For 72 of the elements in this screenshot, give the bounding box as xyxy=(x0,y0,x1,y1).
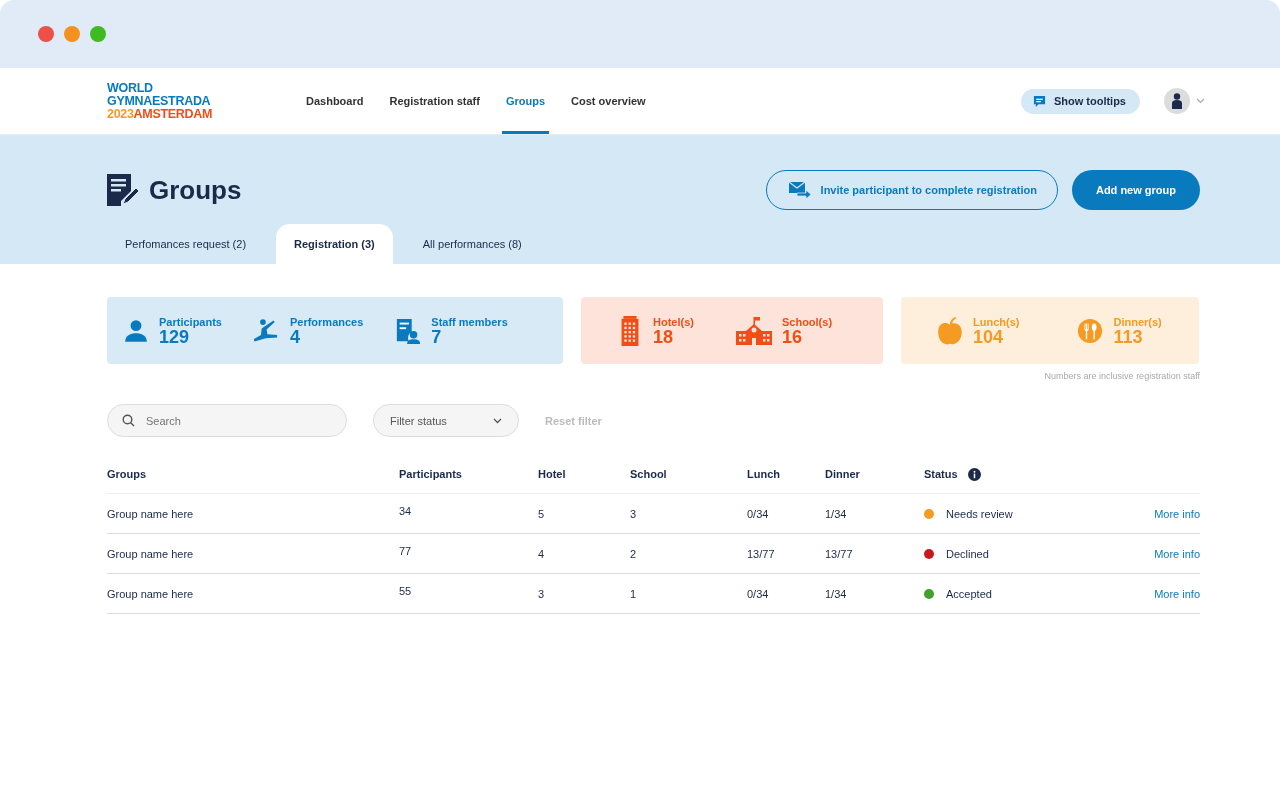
close-window-dot[interactable] xyxy=(38,26,54,42)
add-new-group-button[interactable]: Add new group xyxy=(1071,170,1200,210)
column-header: Participants xyxy=(399,468,462,480)
invite-participant-button[interactable]: Invite participant to complete registration xyxy=(765,170,1058,210)
more-info-link[interactable]: More info xyxy=(1154,547,1200,560)
chevron-down-icon xyxy=(493,417,502,424)
stats-note: Numbers are inclusive registration staff xyxy=(1043,371,1200,381)
more-info-link[interactable]: More info xyxy=(1154,507,1200,520)
group-name-cell: Group name here xyxy=(107,547,194,560)
column-header: Lunch xyxy=(747,468,780,480)
stat-value: 7 xyxy=(431,327,443,346)
stat-value: 16 xyxy=(781,327,802,346)
stat-label: Hotel(s) xyxy=(653,315,694,328)
maximize-window-dot[interactable] xyxy=(90,26,106,42)
school-cell: 3 xyxy=(630,507,637,520)
chat-bubble-icon xyxy=(1032,94,1046,108)
status-text: Declined xyxy=(946,547,989,560)
stat-label: Dinner(s) xyxy=(1113,315,1162,328)
stat-label: Lunch(s) xyxy=(973,315,1020,328)
stat-label: School(s) xyxy=(781,315,833,328)
stat-value: 104 xyxy=(973,327,1004,346)
stat-value: 18 xyxy=(653,327,674,346)
envelope-arrow-icon xyxy=(788,182,811,198)
logo[interactable]: WORLD GYMNAESTRADA 2023AMSTERDAM xyxy=(107,81,302,121)
dinner-cell: 1/34 xyxy=(825,507,847,520)
group-name-cell: Group name here xyxy=(107,507,194,520)
lunch-cell: 0/34 xyxy=(747,587,769,600)
dinner-cell: 1/34 xyxy=(825,587,847,600)
tab[interactable]: Registration (3) xyxy=(276,224,393,264)
more-info-link[interactable]: More info xyxy=(1154,587,1200,600)
column-header: Hotel xyxy=(538,468,566,480)
stat-value: 129 xyxy=(159,327,190,346)
participants-cell: 77 xyxy=(399,545,412,557)
stat-value: 113 xyxy=(1113,327,1143,346)
participants-cell: 55 xyxy=(399,585,412,597)
stat-label: Performances xyxy=(289,315,364,328)
school-cell: 1 xyxy=(630,587,637,600)
search-field[interactable]: Search xyxy=(107,404,347,437)
hotel-cell: 4 xyxy=(538,547,545,560)
hotel-cell: 5 xyxy=(538,507,545,520)
info-icon[interactable] xyxy=(967,467,981,481)
school-building-icon xyxy=(735,315,772,346)
filter-status-dropdown[interactable]: Filter status xyxy=(373,404,519,437)
document-edit-icon xyxy=(107,174,139,206)
nav-link[interactable]: Cost overview xyxy=(567,68,650,134)
lunch-cell: 0/34 xyxy=(747,507,769,520)
page-title: Groups xyxy=(149,174,242,206)
apple-icon xyxy=(937,315,963,346)
stat-value: 4 xyxy=(289,327,301,346)
nav-link[interactable]: Dashboard xyxy=(302,68,368,134)
column-header: Groups xyxy=(107,468,147,480)
stat-label: Participants xyxy=(159,315,222,328)
hotel-cell: 3 xyxy=(538,587,545,600)
user-avatar[interactable] xyxy=(1164,88,1190,114)
column-header: Dinner xyxy=(825,468,860,480)
school-cell: 2 xyxy=(630,547,637,560)
group-name-cell: Group name here xyxy=(107,587,194,600)
nav-link[interactable]: Registration staff xyxy=(385,68,484,134)
lunch-cell: 13/77 xyxy=(747,547,775,560)
status-text: Needs review xyxy=(946,507,1013,520)
show-tooltips-button[interactable]: Show tooltips xyxy=(1020,88,1140,114)
stat-label: Staff members xyxy=(431,315,508,328)
tab[interactable]: Perfomances request (2) xyxy=(107,224,265,264)
column-header: School xyxy=(630,468,667,480)
chevron-down-icon[interactable] xyxy=(1196,98,1205,104)
search-icon xyxy=(122,414,135,427)
participants-cell: 34 xyxy=(399,505,412,517)
status-text: Accepted xyxy=(946,587,992,600)
dinner-cell: 13/77 xyxy=(825,547,853,560)
column-header: Status xyxy=(924,468,958,480)
tab[interactable]: All performances (8) xyxy=(404,224,540,264)
minimize-window-dot[interactable] xyxy=(64,26,80,42)
